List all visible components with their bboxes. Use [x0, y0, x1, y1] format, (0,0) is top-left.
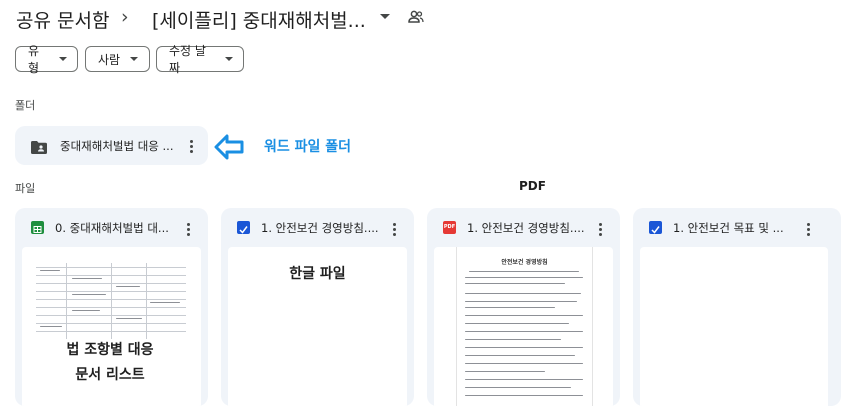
more-options-icon[interactable]: [801, 218, 815, 240]
filter-type-chip[interactable]: 유형: [15, 44, 78, 75]
filter-modified-label: 수정 날짜: [169, 44, 206, 75]
files-section-label: 파일: [15, 182, 36, 195]
more-options-icon[interactable]: [181, 218, 195, 240]
shared-people-icon[interactable]: [408, 9, 424, 28]
chevron-down-icon: [225, 57, 233, 61]
annotation-hangul-file: 한글 파일: [289, 266, 346, 282]
annotation-word-folder: 워드 파일 폴더: [264, 139, 352, 155]
pdf-page: 안전보건 경영방침: [456, 247, 593, 406]
word-doc-icon: [649, 221, 662, 234]
file-name: 0. 중대재해처벌법 대...: [55, 221, 169, 235]
filter-type-label: 유형: [28, 44, 40, 75]
chevron-down-icon: [130, 57, 139, 61]
annotation-list-line2: 문서 리스트: [75, 367, 145, 383]
more-options-icon[interactable]: [387, 218, 401, 240]
more-options-icon[interactable]: [184, 135, 198, 157]
pdf-heading: 안전보건 경영방침: [501, 259, 548, 266]
google-sheets-icon: [31, 221, 44, 234]
folder-card[interactable]: 중대재해처벌법 대응 ...: [15, 126, 208, 165]
breadcrumb-current-folder[interactable]: [세이플리] 중대재해처벌...: [152, 6, 366, 33]
folders-section-label: 폴더: [15, 99, 36, 112]
chevron-down-icon: [59, 57, 67, 61]
folder-name: 중대재해처벌법 대응 ...: [60, 139, 174, 153]
annotation-pdf: PDF: [519, 179, 546, 193]
annotation-list-line1: 법 조항별 대응: [66, 342, 154, 358]
filter-people-chip[interactable]: 사람: [85, 46, 150, 72]
pdf-icon: PDF: [443, 221, 456, 234]
file-name: 1. 안전보건 경영방침....: [467, 221, 585, 235]
annotation-left-arrow-icon: [214, 134, 244, 164]
file-thumbnail: [640, 247, 828, 406]
breadcrumb-separator: ›: [121, 6, 129, 28]
filter-people-label: 사람: [98, 52, 121, 67]
more-options-icon[interactable]: [593, 218, 607, 240]
word-doc-icon: [237, 221, 250, 234]
file-thumbnail: 안전보건 경영방침: [434, 247, 613, 406]
file-card[interactable]: 1. 안전보건 목표 및 ...: [633, 208, 841, 406]
shared-folder-icon: [31, 139, 47, 158]
folder-menu-caret-icon[interactable]: [380, 14, 390, 19]
file-name: 1. 안전보건 목표 및 ...: [673, 221, 784, 235]
file-card[interactable]: 1. 안전보건 경영방침....: [221, 208, 414, 406]
breadcrumb-shared-drive[interactable]: 공유 문서함: [16, 6, 109, 33]
file-name: 1. 안전보건 경영방침....: [261, 221, 379, 235]
filter-modified-chip[interactable]: 수정 날짜: [156, 44, 244, 75]
file-card[interactable]: PDF 1. 안전보건 경영방침.... 안전보건 경영방침: [427, 208, 620, 406]
